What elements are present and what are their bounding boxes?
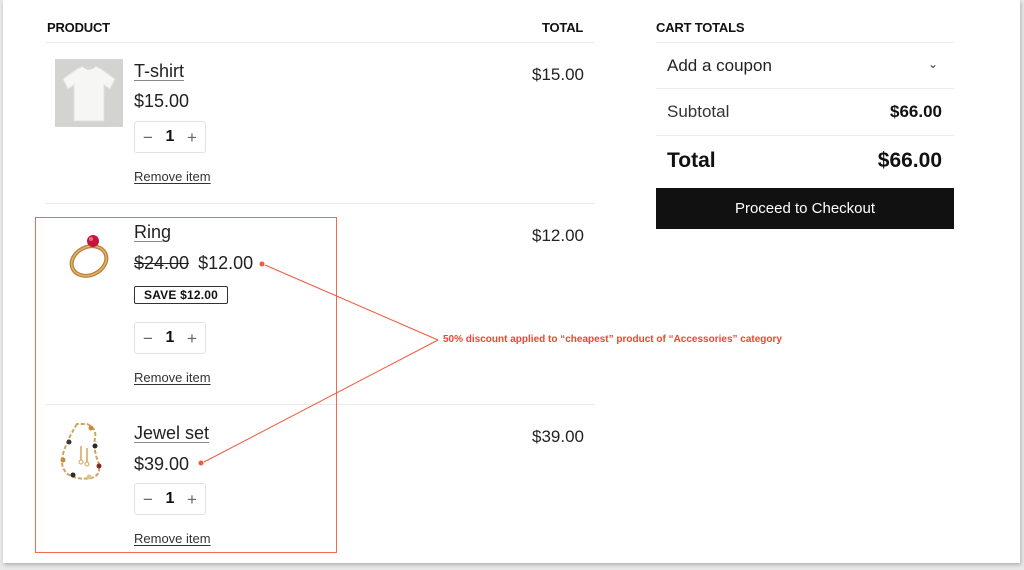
annotation-text: 50% discount applied to “cheapest” produ…: [443, 334, 782, 345]
arrow-to-ring-price: [264, 264, 439, 341]
cart-page: PRODUCT TOTAL T-shirt $15.00 − 1 + Remov…: [3, 0, 1020, 563]
arrow-head: [259, 261, 265, 267]
arrow-head: [198, 460, 204, 466]
annotation-arrows: [198, 261, 439, 466]
arrow-to-jewel-set-price: [203, 339, 439, 463]
